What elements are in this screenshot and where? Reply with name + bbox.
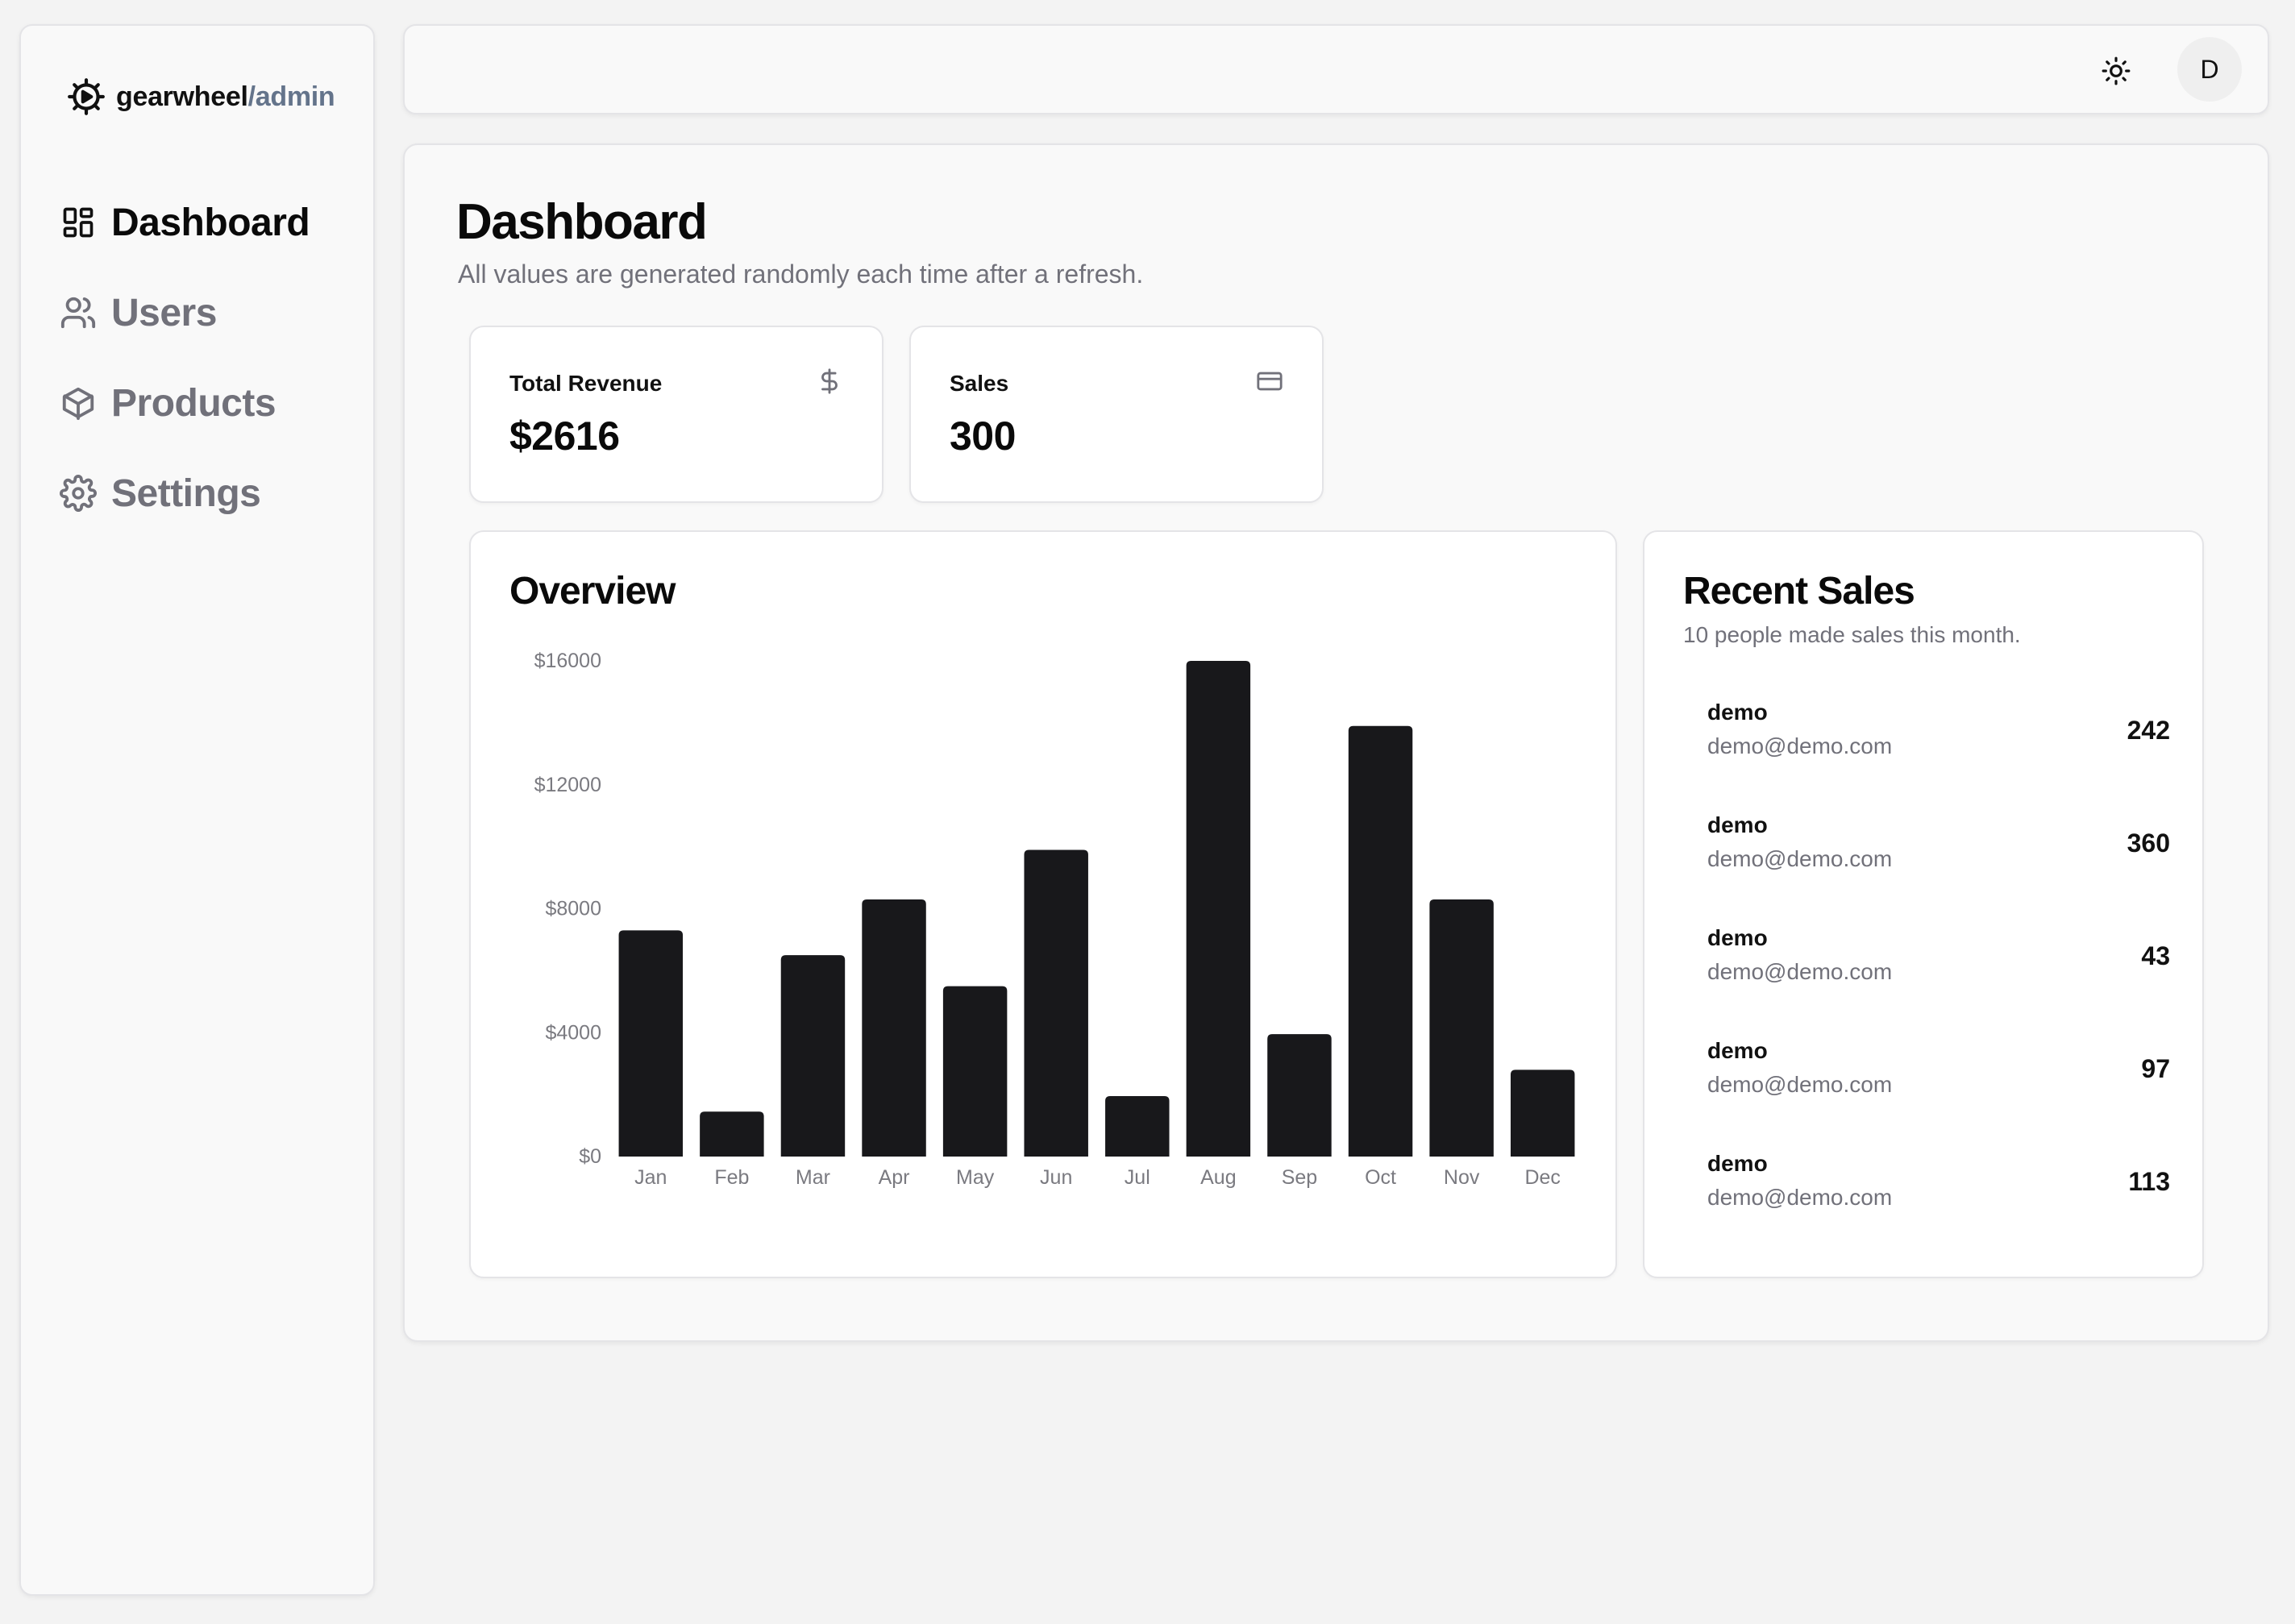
stat-card-total-revenue: Total Revenue $2616: [469, 326, 883, 503]
sale-name: demo: [1707, 700, 1768, 725]
x-tick-label: Jul: [1125, 1166, 1150, 1189]
gear-icon: [60, 475, 97, 512]
sidebar-item-label: Settings: [111, 471, 261, 515]
chart-bar-jun[interactable]: [1024, 849, 1088, 1157]
sidebar-nav: Dashboard Users Products Settings: [60, 177, 358, 538]
sale-name: demo: [1707, 1151, 1768, 1176]
sidebar-item-label: Users: [111, 291, 217, 334]
box-icon: [60, 384, 97, 422]
sale-email: demo@demo.com: [1707, 1072, 1893, 1097]
x-tick-label: Mar: [796, 1166, 830, 1189]
y-tick-label: $16000: [534, 650, 601, 672]
chart-bar-jan[interactable]: [618, 930, 684, 1157]
list-item[interactable]: demo demo@demo.com 242: [1707, 700, 2170, 812]
avatar[interactable]: D: [2177, 37, 2242, 102]
brand-name-suffix: /admin: [247, 81, 335, 112]
chart-bar-aug[interactable]: [1186, 661, 1251, 1157]
chart-bar-may[interactable]: [942, 986, 1008, 1157]
chart-bar-nov[interactable]: [1429, 899, 1494, 1157]
list-item[interactable]: demo demo@demo.com 113: [1707, 1151, 2170, 1264]
gearwheel-icon: [66, 77, 106, 117]
list-item[interactable]: demo demo@demo.com 360: [1707, 812, 2170, 925]
sale-amount: 360: [2127, 829, 2170, 858]
sale-amount: 43: [2141, 941, 2170, 970]
y-tick-label: $12000: [534, 774, 601, 796]
x-tick-label: Feb: [714, 1166, 749, 1189]
list-item[interactable]: demo demo@demo.com 97: [1707, 1038, 2170, 1151]
users-icon: [60, 294, 97, 331]
y-tick-label: $8000: [545, 898, 601, 920]
y-tick-label: $4000: [545, 1021, 601, 1044]
chart-bar-sep[interactable]: [1267, 1034, 1332, 1157]
theme-toggle-button[interactable]: [2093, 48, 2139, 93]
sale-amount: 242: [2127, 716, 2170, 745]
overview-bar-chart: $0 $4000 $8000 $12000 $16000 Jan Feb Mar Apr May J…: [534, 650, 1575, 1189]
x-tick-label: Nov: [1444, 1166, 1480, 1189]
sidebar-item-products[interactable]: Products: [60, 358, 358, 448]
dollar-icon: [816, 368, 843, 395]
sale-name: demo: [1707, 812, 1768, 837]
brand-name: gearwheel/admin: [116, 81, 335, 113]
x-tick-label: Jan: [634, 1166, 667, 1189]
chart-bar-apr[interactable]: [862, 899, 926, 1157]
recent-sales-title: Recent Sales: [1683, 570, 1915, 613]
chart-bar-oct[interactable]: [1348, 725, 1413, 1157]
x-tick-label: Sep: [1282, 1166, 1317, 1189]
stat-value: $2616: [509, 413, 620, 459]
list-item[interactable]: demo demo@demo.com 43: [1707, 925, 2170, 1038]
brand-logo[interactable]: gearwheel/admin: [66, 58, 335, 135]
x-tick-label: Oct: [1365, 1166, 1396, 1189]
sale-email: demo@demo.com: [1707, 959, 1893, 984]
sale-name: demo: [1707, 925, 1768, 950]
chart-bar-mar[interactable]: [780, 955, 846, 1157]
x-tick-label: Apr: [879, 1166, 910, 1189]
stat-label: Sales: [950, 371, 1009, 396]
recent-sales-card: Recent Sales 10 people made sales this m…: [1643, 530, 2204, 1278]
stat-card-sales: Sales 300: [909, 326, 1324, 503]
credit-card-icon: [1256, 368, 1283, 395]
x-tick-label: Jun: [1040, 1166, 1072, 1189]
sidebar-item-dashboard[interactable]: Dashboard: [60, 177, 358, 268]
sale-email: demo@demo.com: [1707, 1185, 1893, 1210]
stat-label: Total Revenue: [509, 371, 663, 396]
x-tick-label: May: [956, 1166, 995, 1189]
brand-name-main: gearwheel: [116, 81, 248, 112]
recent-sales-list: demo demo@demo.com 242 demo demo@demo.co…: [1707, 700, 2170, 1264]
y-tick-label: $0: [579, 1145, 601, 1168]
sidebar: gearwheel/admin Dashboard Users Products…: [19, 24, 375, 1596]
chart-bar-feb[interactable]: [700, 1111, 764, 1157]
x-tick-label: Aug: [1200, 1166, 1236, 1189]
x-tick-label: Dec: [1524, 1166, 1560, 1189]
top-bar: D: [403, 24, 2269, 114]
dashboard-icon: [60, 204, 97, 241]
chart-bar-dec[interactable]: [1510, 1070, 1575, 1157]
sidebar-item-settings[interactable]: Settings: [60, 448, 358, 538]
sidebar-item-users[interactable]: Users: [60, 268, 358, 358]
sale-amount: 97: [2141, 1054, 2170, 1083]
sidebar-item-label: Dashboard: [111, 201, 310, 244]
sidebar-item-label: Products: [111, 381, 276, 425]
stat-value: 300: [950, 413, 1016, 459]
overview-card: Overview $0 $4000 $8000 $12000 $16000 Jan Feb M…: [469, 530, 1617, 1278]
recent-sales-subtitle: 10 people made sales this month.: [1683, 622, 2021, 647]
page-title: Dashboard: [456, 194, 708, 250]
chart-bar-jul[interactable]: [1105, 1096, 1170, 1157]
main-content: Dashboard All values are generated rando…: [403, 143, 2269, 1342]
sale-email: demo@demo.com: [1707, 846, 1893, 871]
sale-email: demo@demo.com: [1707, 733, 1893, 758]
sale-name: demo: [1707, 1038, 1768, 1063]
page-subtitle: All values are generated randomly each t…: [458, 260, 1144, 289]
sale-amount: 113: [2128, 1167, 2170, 1196]
sun-icon: [2101, 56, 2131, 86]
